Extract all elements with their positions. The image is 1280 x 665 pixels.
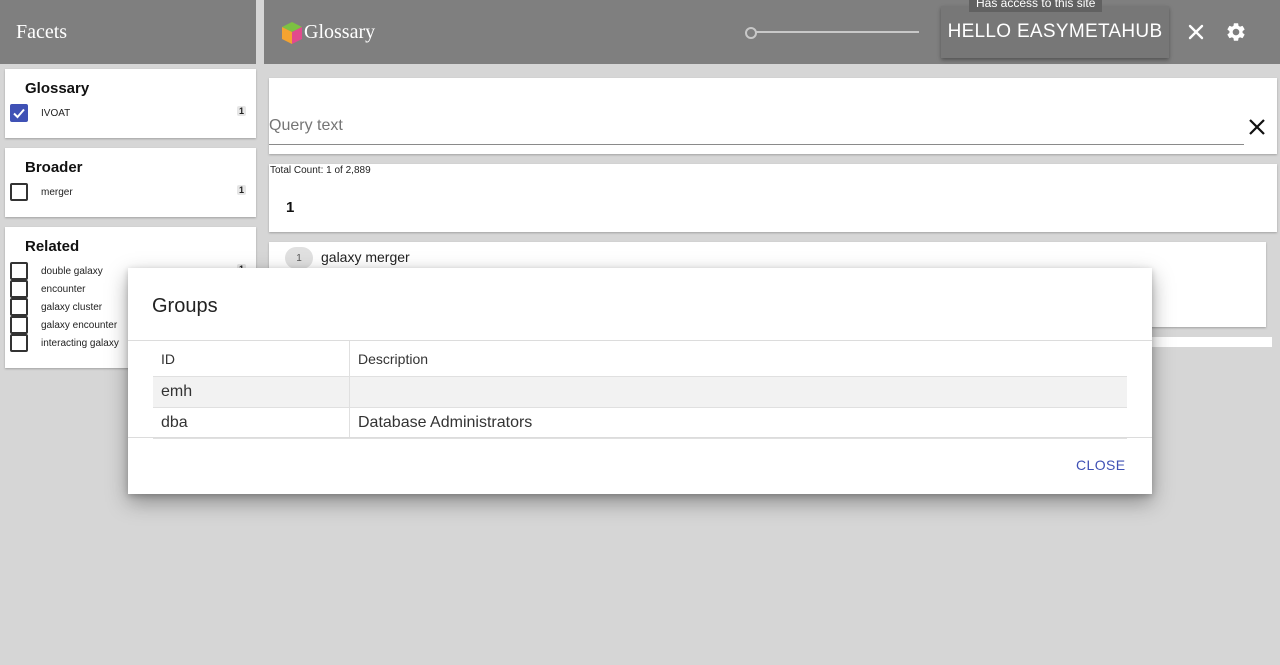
user-button-label: HELLO EASYMETAHUB (947, 21, 1163, 42)
page-number[interactable]: 1 (286, 199, 294, 216)
checkbox-checked-icon[interactable] (10, 104, 28, 122)
column-header-id: ID (153, 341, 350, 377)
checkbox-icon[interactable] (10, 183, 28, 201)
total-count: Total Count: 1 of 2,889 (270, 165, 371, 176)
checkbox-icon[interactable] (10, 280, 28, 298)
checkbox-icon[interactable] (10, 334, 28, 352)
facet-label: encounter (41, 283, 86, 295)
checkbox-icon[interactable] (10, 262, 28, 280)
facet-item-merger[interactable]: merger 1 (10, 183, 246, 201)
groups-table: ID Description emh dba Database Administ… (153, 341, 1127, 439)
cell-description: Database Administrators (349, 407, 1127, 439)
checkbox-icon[interactable] (10, 316, 28, 334)
app-title: Glossary (304, 21, 376, 43)
glossary-logo-icon (282, 22, 302, 44)
facet-label: double galaxy (41, 265, 103, 277)
checkbox-icon[interactable] (10, 298, 28, 316)
facet-label: galaxy cluster (41, 301, 103, 313)
search-input[interactable] (269, 108, 1244, 145)
table-header-row: ID Description (153, 341, 1127, 377)
facet-title-related: Related (25, 238, 80, 255)
clear-search-icon[interactable] (1248, 118, 1266, 136)
gear-icon[interactable] (1225, 21, 1247, 43)
facet-title-glossary: Glossary (25, 80, 90, 97)
result-title[interactable]: galaxy merger (321, 249, 410, 265)
close-icon[interactable] (1186, 22, 1206, 42)
table-row[interactable]: dba Database Administrators (153, 407, 1127, 439)
zoom-slider-track[interactable] (750, 31, 919, 33)
facets-header: Facets (0, 0, 256, 64)
dialog-title: Groups (152, 295, 218, 317)
facet-count: 1 (236, 106, 246, 116)
result-index-badge: 1 (285, 247, 313, 269)
facet-label: galaxy encounter (41, 319, 118, 331)
column-header-description: Description (349, 341, 1127, 377)
access-tooltip: Has access to this site (969, 0, 1103, 12)
facet-card-broader: Broader merger 1 (5, 148, 256, 217)
pagination-card: 1 (269, 164, 1277, 232)
tooltip-text: Has access to this site (976, 0, 1096, 10)
groups-dialog: Groups ID Description emh dba Database A… (128, 268, 1152, 494)
facet-label: IVOAT (41, 107, 71, 119)
facet-label: merger (41, 186, 73, 198)
cell-id: emh (153, 376, 350, 408)
cell-id: dba (153, 407, 350, 439)
facet-card-glossary: Glossary IVOAT 1 (5, 69, 256, 138)
facet-count: 1 (236, 185, 246, 195)
facet-title-broader: Broader (25, 159, 83, 176)
search-card (269, 78, 1277, 154)
app-bar: Glossary HELLO EASYMETAHUB Has access to… (264, 0, 1280, 64)
table-row[interactable]: emh (153, 376, 1127, 408)
zoom-slider-thumb[interactable] (745, 27, 757, 39)
close-button[interactable]: CLOSE (1076, 457, 1125, 473)
divider (128, 437, 1152, 438)
facet-item-ivoat[interactable]: IVOAT 1 (10, 104, 246, 122)
facet-label: interacting galaxy (41, 337, 119, 349)
user-button[interactable]: HELLO EASYMETAHUB (941, 6, 1169, 58)
cell-description (349, 376, 1127, 408)
facets-title: Facets (16, 20, 68, 43)
